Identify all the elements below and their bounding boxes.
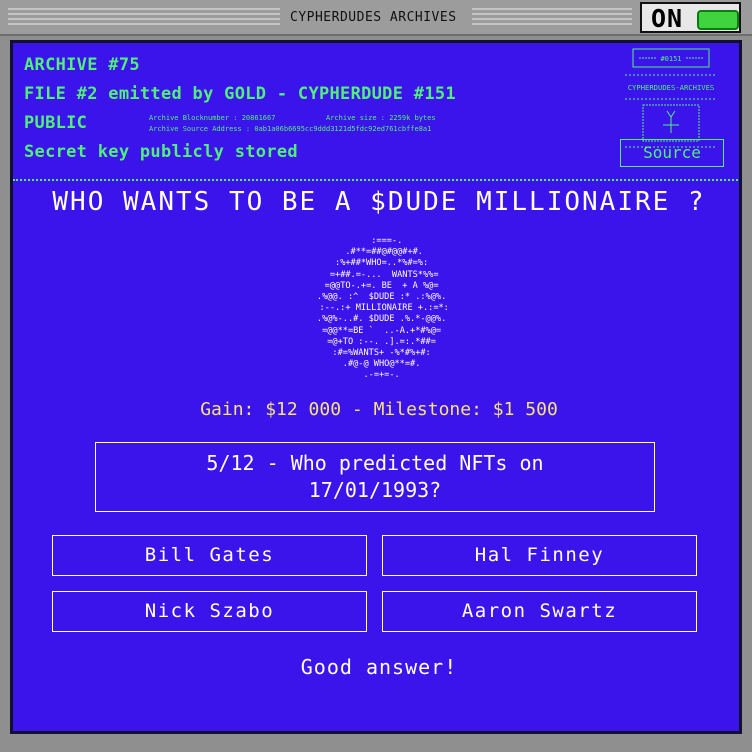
- title-stripes-left: [8, 8, 280, 28]
- answer-result: Good answer!: [300, 655, 458, 679]
- block-number: Archive Blocknumber : 20861667: [149, 114, 276, 122]
- source-button[interactable]: Source: [620, 139, 724, 167]
- logo-id: #0151: [660, 55, 681, 63]
- file-emitter: FILE #2 emitted by GOLD - CYPHERDUDE #15…: [24, 84, 456, 104]
- answer-button-1[interactable]: Bill Gates: [52, 535, 367, 576]
- dotted-divider: [13, 179, 739, 181]
- visibility-label: PUBLIC: [24, 113, 88, 133]
- source-address: Archive Source Address : 0ab1a06b6695cc9…: [149, 125, 432, 133]
- question-box: 5/12 - Who predicted NFTs on 17/01/1993?: [95, 442, 655, 512]
- power-toggle[interactable]: ON: [640, 2, 741, 33]
- answer-button-3[interactable]: Nick Szabo: [52, 591, 367, 632]
- ascii-art-logo: :===-. .#**=##@#@@#+#. :%+##*WHO=..*%#=%…: [316, 236, 449, 381]
- answer-button-2[interactable]: Hal Finney: [382, 535, 697, 576]
- power-indicator-icon: [697, 10, 739, 30]
- gain-milestone: Gain: $12 000 - Milestone: $1 500: [200, 399, 558, 420]
- archive-number: ARCHIVE #75: [24, 55, 140, 75]
- window-title: CYPHERDUDES ARCHIVES: [290, 10, 457, 25]
- question-text: 5/12 - Who predicted NFTs on 17/01/1993?: [206, 451, 544, 502]
- title-bar: CYPHERDUDES ARCHIVES ON: [0, 0, 752, 36]
- power-label: ON: [651, 4, 684, 33]
- game-title: WHO WANTS TO BE A $DUDE MILLIONAIRE ?: [52, 187, 706, 217]
- answer-button-4[interactable]: Aaron Swartz: [382, 591, 697, 632]
- archive-size: Archive size : 2259k bytes: [326, 114, 436, 122]
- title-stripes-right: [472, 8, 632, 28]
- secret-key-status: Secret key publicly stored: [24, 142, 298, 162]
- archive-screen: ARCHIVE #75 FILE #2 emitted by GOLD - CY…: [10, 40, 742, 734]
- logo-caption: CYPHERDUDES-ARCHIVES: [628, 83, 715, 92]
